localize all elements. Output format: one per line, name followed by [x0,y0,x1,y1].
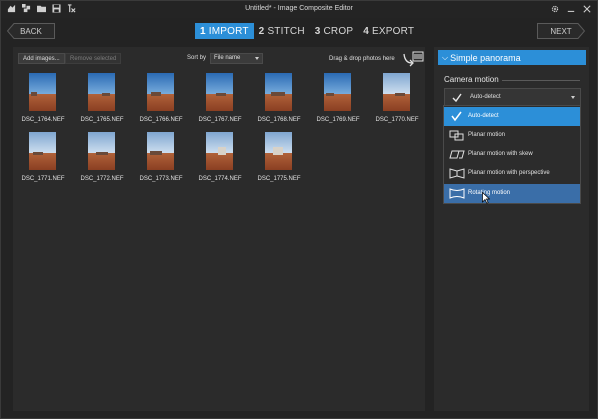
next-button-label: NEXT [550,26,572,36]
option-planar-perspective[interactable]: Planar motion with perspective [444,164,580,183]
image-thumbnail[interactable]: DSC_1770.NEF [369,73,425,133]
sort-by-label: Sort by [187,55,207,61]
image-thumbnail[interactable]: DSC_1766.NEF [133,73,189,133]
checkmark-icon [451,111,462,122]
panorama-type-label: Simple panorama [450,52,521,63]
image-filename: DSC_1775.NEF [257,176,301,182]
chevron-down-icon [571,96,575,99]
photo-preview [147,132,174,170]
option-label: Planar motion with skew [468,151,533,157]
photo-preview [383,73,410,111]
checkmark-icon [452,93,462,103]
image-thumbnail[interactable]: DSC_1764.NEF [15,73,71,133]
photo-preview [29,132,56,170]
image-thumbnail[interactable]: DSC_1773.NEF [133,132,189,192]
close-icon[interactable] [581,3,593,15]
sort-select-value: File name [214,55,241,61]
step-label: STITCH [267,25,305,37]
back-button-label: BACK [20,26,42,36]
image-filename: DSC_1774.NEF [198,176,242,182]
image-filename: DSC_1773.NEF [139,176,183,182]
app-window: Untitled* - Image Composite Editor BACK … [0,0,598,419]
photo-preview [206,73,233,111]
image-filename: DSC_1764.NEF [21,117,65,123]
image-filename: DSC_1769.NEF [316,117,360,123]
chevron-down-icon: ⌵ [442,52,449,62]
option-label: Planar motion with perspective [468,170,550,176]
settings-icon[interactable] [549,3,561,15]
image-thumbnail[interactable]: DSC_1768.NEF [251,73,307,133]
add-images-button[interactable]: Add images... [18,53,65,64]
image-list-panel: Add images... Remove selected Sort by Fi… [13,47,425,411]
image-filename: DSC_1766.NEF [139,117,183,123]
option-label: Planar motion [468,132,506,138]
option-planar-motion[interactable]: Planar motion [444,126,580,145]
image-thumbnail[interactable]: DSC_1774.NEF [192,132,248,192]
photo-preview [206,132,233,170]
tab-import[interactable]: 1 IMPORT [195,23,254,39]
image-filename: DSC_1772.NEF [80,176,124,182]
next-button[interactable]: NEXT [537,23,585,39]
window-title: Untitled* - Image Composite Editor [245,5,353,12]
photo-preview [29,73,56,111]
image-filename: DSC_1765.NEF [80,117,124,123]
step-label: CROP [323,25,354,37]
drop-target-icon[interactable] [402,51,424,67]
settings-panel: ⌵ Simple panorama Camera motion Auto-det… [434,47,589,411]
panorama-type-header[interactable]: ⌵ Simple panorama [438,50,586,65]
rotating-motion-icon [449,188,465,199]
camera-motion-dropdown: Auto-detect Planar motion Planar motion … [443,105,581,204]
planar-skew-icon [449,150,465,159]
planar-perspective-icon [449,168,465,179]
mouse-pointer-icon [482,192,490,204]
sort-select[interactable]: File name [210,53,263,64]
import-toolbar: Add images... Remove selected Sort by Fi… [13,47,425,69]
photo-preview [265,73,292,111]
planar-motion-icon [449,130,464,141]
camera-motion-label: Camera motion [444,75,499,84]
image-filename: DSC_1771.NEF [21,176,65,182]
image-thumbnail[interactable]: DSC_1775.NEF [251,132,307,192]
step-number: 4 [363,25,369,37]
step-number: 1 [200,25,206,37]
step-tabs: 1 IMPORT 2 STITCH 3 CROP 4 EXPORT [195,23,419,39]
photo-preview [88,132,115,170]
option-label: Auto-detect [468,113,499,119]
image-filename: DSC_1767.NEF [198,117,242,123]
drop-hint-label: Drag & drop photos here [329,56,395,62]
image-thumbnail[interactable]: DSC_1769.NEF [310,73,366,133]
image-thumbnail[interactable]: DSC_1771.NEF [15,132,71,192]
camera-motion-select[interactable]: Auto-detect [444,88,581,106]
title-bar: Untitled* - Image Composite Editor [1,1,597,18]
photo-preview [265,132,292,170]
image-thumbnail[interactable]: DSC_1767.NEF [192,73,248,133]
step-number: 3 [314,25,321,37]
image-filename: DSC_1768.NEF [257,117,301,123]
photo-preview [324,73,351,111]
window-controls [549,3,593,15]
minimize-icon[interactable] [565,3,577,15]
photo-preview [88,73,115,111]
workflow-step-bar: BACK 1 IMPORT 2 STITCH 3 CROP 4 EXPORT N… [1,20,597,43]
chevron-down-icon [255,57,259,60]
step-number: 2 [258,25,265,37]
image-thumbnail[interactable]: DSC_1772.NEF [74,132,130,192]
back-button[interactable]: BACK [7,23,55,39]
image-thumbnail[interactable]: DSC_1765.NEF [74,73,130,133]
camera-motion-value: Auto-detect [470,94,501,100]
remove-selected-button[interactable]: Remove selected [65,53,122,64]
section-divider [502,80,580,81]
option-planar-skew[interactable]: Planar motion with skew [444,145,580,164]
step-label: IMPORT [208,25,249,37]
tab-stitch[interactable]: 2 STITCH [254,23,310,39]
image-filename: DSC_1770.NEF [375,117,419,123]
option-auto-detect[interactable]: Auto-detect [444,107,580,126]
tab-export[interactable]: 4 EXPORT [358,23,419,39]
option-rotating-motion[interactable]: Rotating motion [444,184,580,203]
photo-preview [147,73,174,111]
step-label: EXPORT [371,25,415,37]
tab-crop[interactable]: 3 CROP [310,23,358,39]
